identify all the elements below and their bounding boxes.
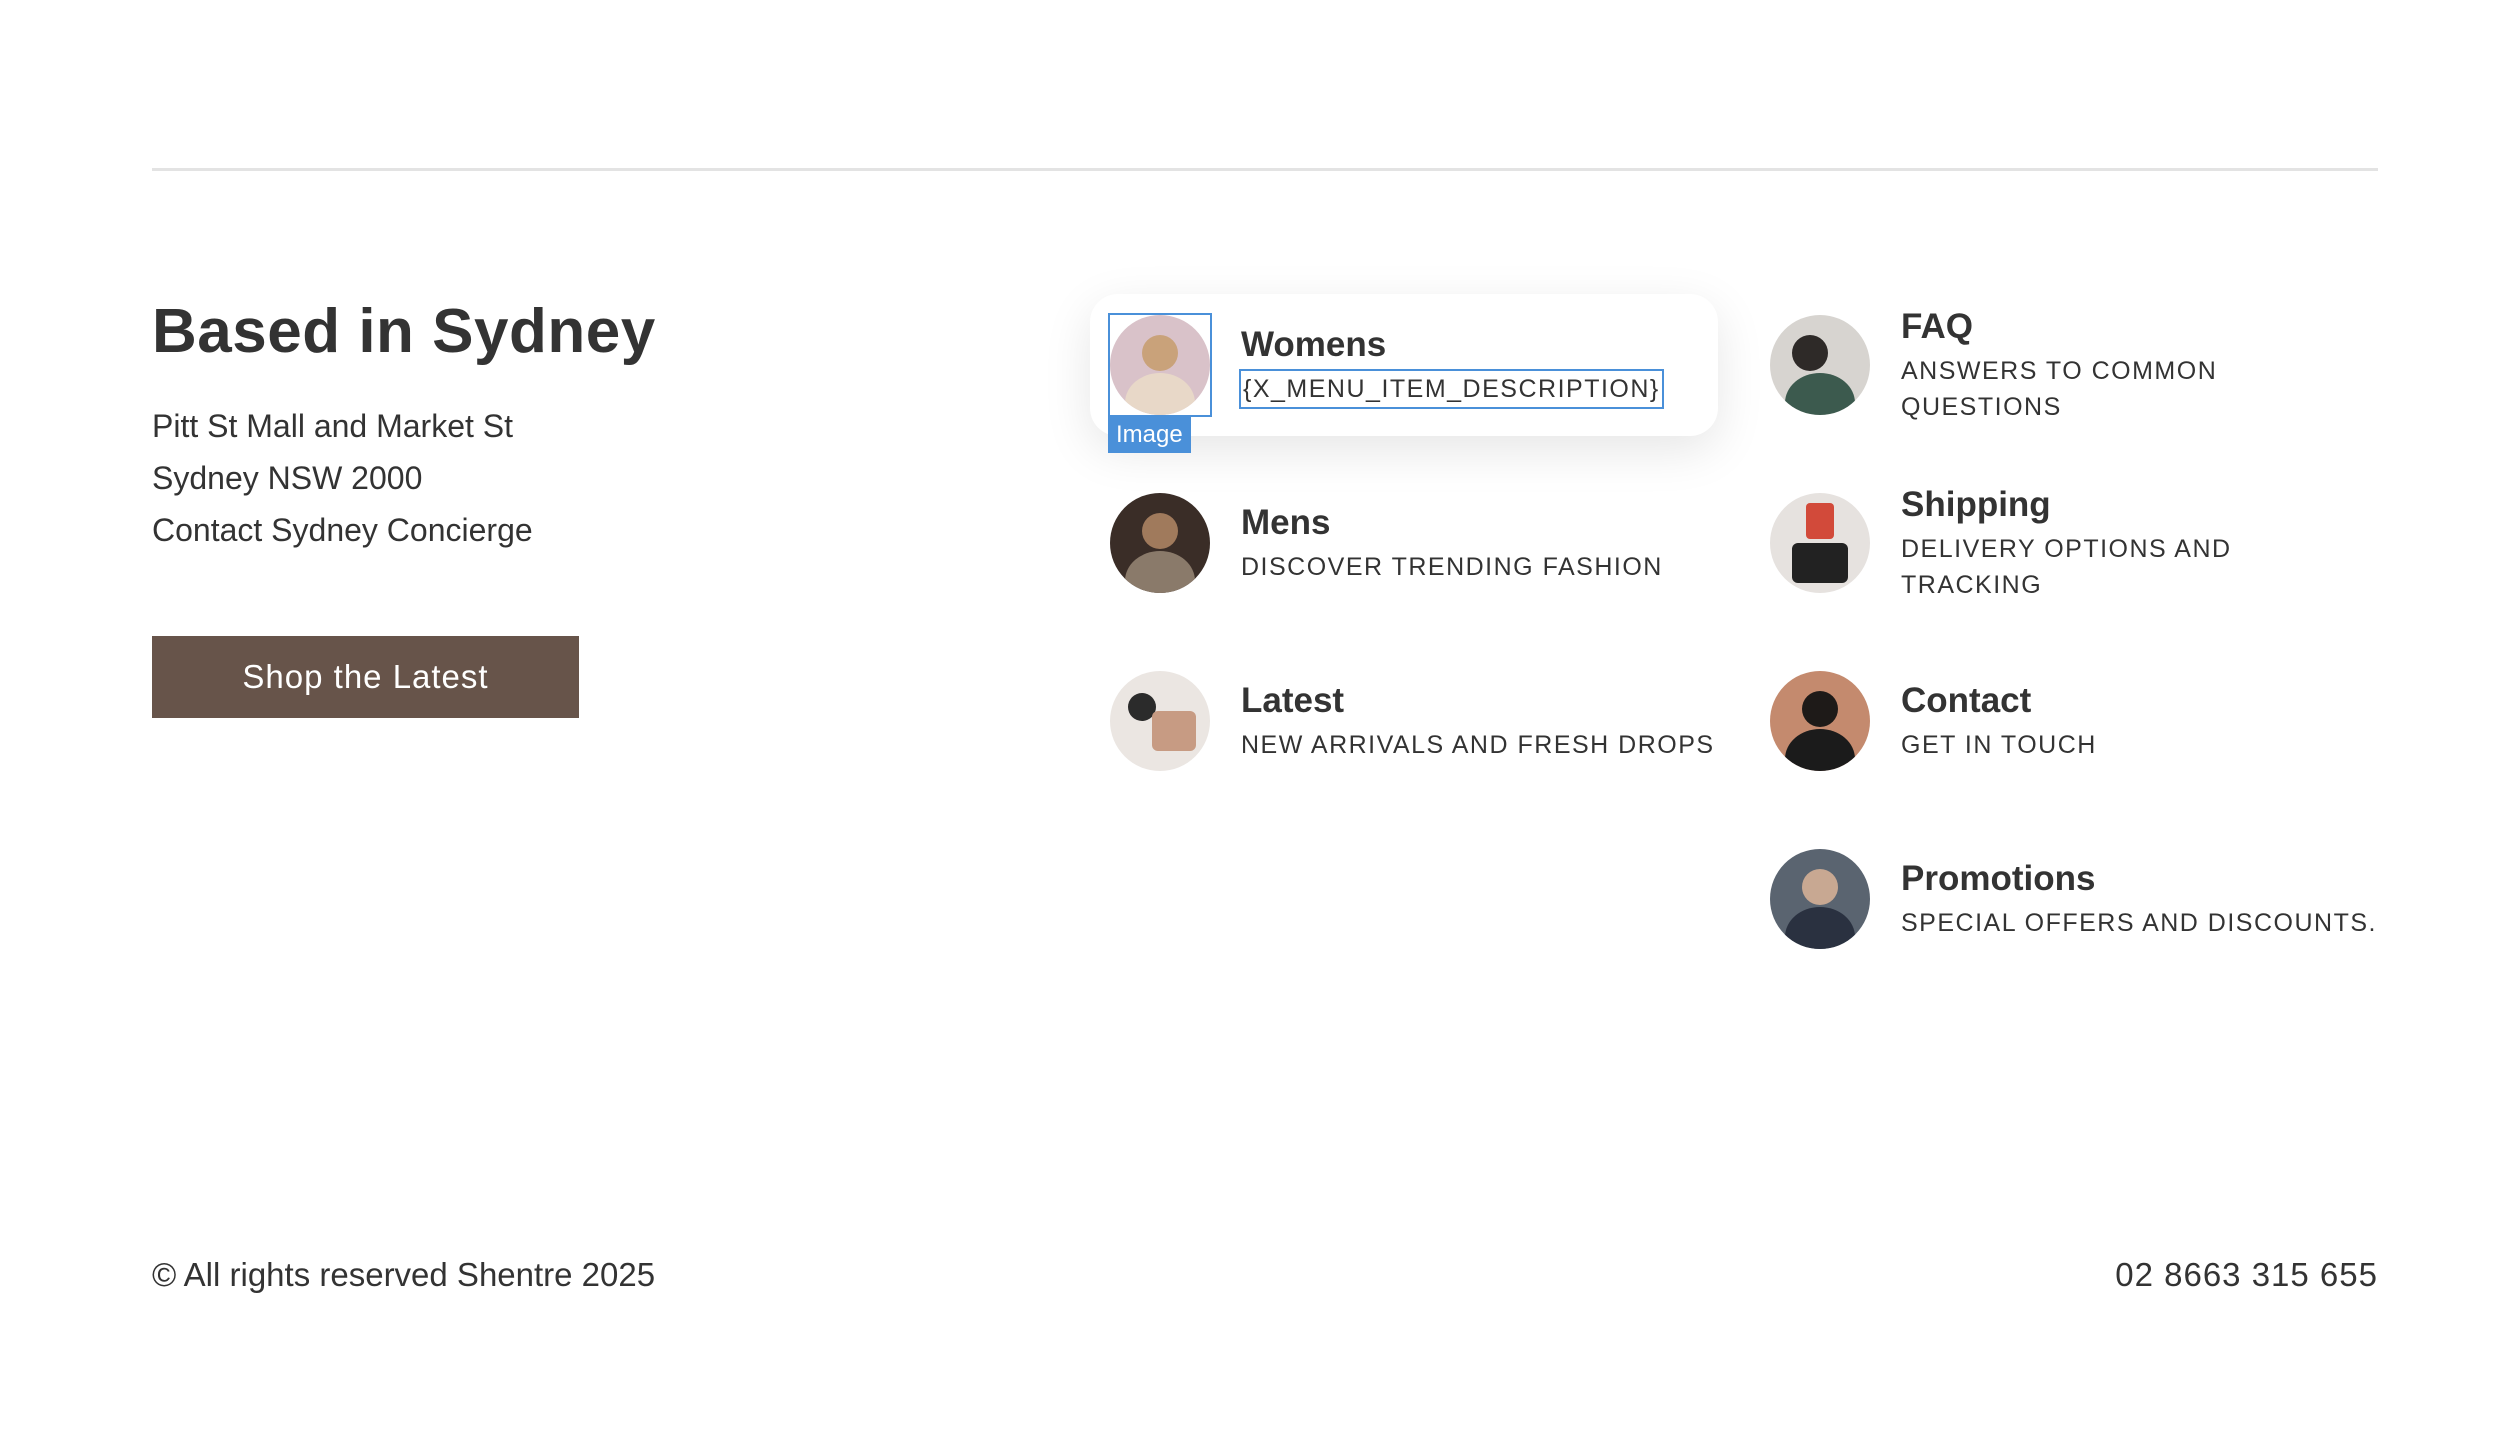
menu-item-image [1110, 493, 1210, 593]
menu-item-title: Promotions [1901, 859, 2096, 898]
menu-item-description: Special offers and discounts. [1901, 909, 2377, 937]
menu-item-description: Delivery options and tracking [1901, 535, 2232, 599]
menu-item-text: Promotions Special offers and discounts. [1901, 857, 2377, 941]
menu-item-text: Shipping Delivery options and tracking [1901, 483, 2378, 603]
menu-item-title: FAQ [1901, 307, 1973, 346]
menu-item-image [1110, 671, 1210, 771]
menu-item-shipping[interactable]: Shipping Delivery options and tracking [1750, 472, 2378, 614]
menu-item-image[interactable]: Image [1108, 313, 1212, 453]
menu-item-womens[interactable]: Image Womens {X_MENU_ITEM_DESCRIPTION} [1090, 294, 1718, 453]
woman-portrait-icon [1110, 315, 1210, 415]
menu-item-faq[interactable]: FAQ Answers to common questions [1750, 294, 2378, 436]
menu-item-title: Latest [1241, 681, 1345, 720]
menu-item-text: FAQ Answers to common questions [1901, 305, 2378, 425]
menu-item-title: Shipping [1901, 485, 2051, 524]
menu-item-mens[interactable]: Mens Discover trending fashion [1090, 472, 1718, 614]
section-divider [152, 168, 2378, 171]
image-tag: Image [1108, 417, 1191, 453]
menu-item-promotions[interactable]: Promotions Special offers and discounts. [1750, 828, 2378, 970]
contact-portrait-icon [1770, 671, 1870, 771]
menu-item-title: Mens [1241, 503, 1331, 542]
menu-item-image [1770, 849, 1870, 949]
menu-item-description[interactable]: {X_MENU_ITEM_DESCRIPTION} [1239, 369, 1664, 409]
location-heading: Based in Sydney [152, 297, 656, 366]
shopping-bags-icon [1770, 493, 1870, 593]
menu-item-title: Contact [1901, 681, 2032, 720]
menu-column-shop: Image Womens {X_MENU_ITEM_DESCRIPTION} M… [1090, 294, 1718, 828]
location-block: Based in Sydney Pitt St Mall and Market … [152, 292, 952, 718]
menu-item-description: New arrivals and fresh drops [1241, 731, 1715, 759]
phone-number[interactable]: 02 8663 315 655 [2115, 1256, 2378, 1294]
menu-item-contact[interactable]: Contact Get in touch [1750, 650, 2378, 792]
copyright-text: © All rights reserved Shentre 2025 [152, 1256, 656, 1293]
menu-item-image [1770, 493, 1870, 593]
menu-item-description: Answers to common questions [1901, 357, 2218, 421]
menu-column-help: FAQ Answers to common questions Shipping… [1750, 294, 2378, 1006]
address-line-city: Sydney NSW 2000 [152, 460, 423, 496]
address-line-street: Pitt St Mall and Market St [152, 408, 514, 444]
shop-the-latest-button[interactable]: Shop the Latest [152, 636, 579, 718]
menu-item-text: Contact Get in touch [1901, 679, 2097, 763]
menu-item-image [1770, 315, 1870, 415]
menu-item-latest[interactable]: Latest New arrivals and fresh drops [1090, 650, 1718, 792]
menu-item-image [1770, 671, 1870, 771]
man-portrait-icon [1110, 493, 1210, 593]
promo-portrait-icon [1770, 849, 1870, 949]
menu-item-text: Latest New arrivals and fresh drops [1241, 679, 1715, 763]
menu-item-title: Womens [1241, 325, 1387, 364]
menu-item-text: Mens Discover trending fashion [1241, 501, 1663, 585]
menu-item-text: Womens {X_MENU_ITEM_DESCRIPTION} [1239, 323, 1664, 409]
address-line-concierge[interactable]: Contact Sydney Concierge [152, 504, 952, 556]
couple-portrait-icon [1770, 315, 1870, 415]
menu-item-description: Discover trending fashion [1241, 553, 1663, 581]
footer-section: Based in Sydney Pitt St Mall and Market … [0, 0, 2516, 1432]
menu-item-description: Get in touch [1901, 731, 2097, 759]
accessories-flatlay-icon [1110, 671, 1210, 771]
address: Pitt St Mall and Market St Sydney NSW 20… [152, 400, 952, 556]
